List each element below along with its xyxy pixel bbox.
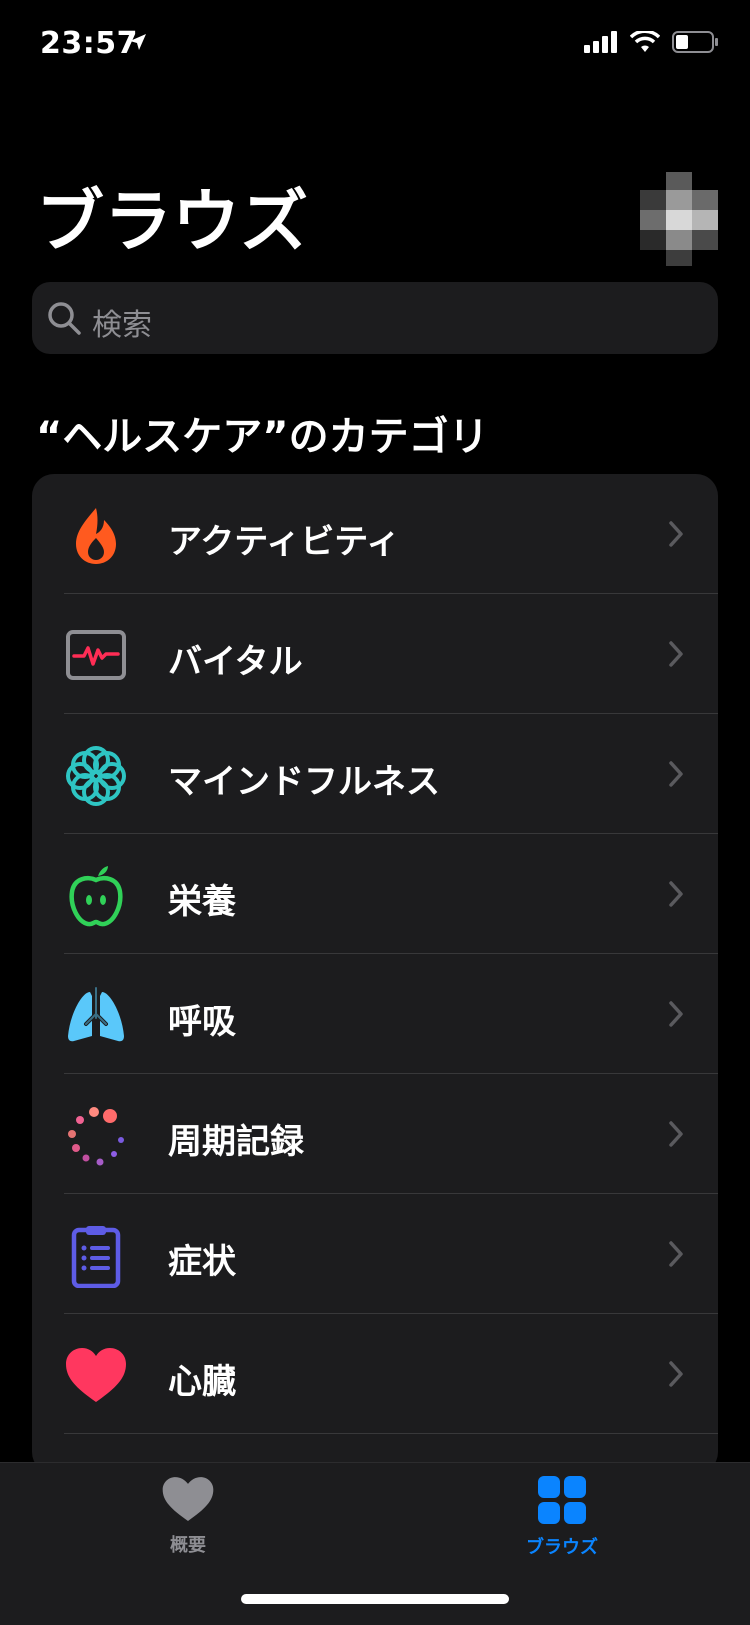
section-title: “ヘルスケア”のカテゴリ [36, 414, 489, 460]
chevron-right-icon [668, 640, 684, 672]
chevron-right-icon [668, 1000, 684, 1032]
grid-icon [537, 1476, 587, 1529]
chevron-right-icon [668, 1120, 684, 1152]
chevron-right-icon [668, 760, 684, 792]
chevron-right-icon [668, 520, 684, 552]
heart-icon [64, 1344, 128, 1408]
category-label: バイタル [168, 642, 303, 682]
category-row-respiratory[interactable]: 呼吸 [32, 954, 718, 1074]
avatar[interactable] [640, 172, 718, 266]
tab-browse-label: ブラウズ [526, 1537, 598, 1558]
apple-icon [64, 864, 128, 928]
category-row-activity[interactable]: アクティビティ [32, 474, 718, 594]
cycle-dots-icon [64, 1104, 128, 1168]
category-row-vitals[interactable]: バイタル [32, 594, 718, 714]
heart-icon [161, 1477, 215, 1527]
tab-browse[interactable]: ブラウズ [462, 1475, 662, 1559]
battery-icon [672, 30, 720, 58]
page-title: ブラウズ [36, 183, 309, 262]
category-list: アクティビティ バイタル マインドフルネス 栄養 呼吸 周期記録 症状 心臓 [32, 474, 718, 1474]
row-separator [64, 1433, 718, 1434]
vitals-monitor-icon [64, 624, 128, 688]
category-label: 心臓 [168, 1362, 236, 1402]
category-label: 症状 [168, 1242, 236, 1282]
category-label: マインドフルネス [168, 762, 440, 802]
category-row-nutrition[interactable]: 栄養 [32, 834, 718, 954]
lungs-icon [64, 984, 128, 1048]
home-indicator[interactable] [241, 1594, 509, 1604]
cellular-signal-icon [584, 31, 618, 57]
mindfulness-flower-icon [64, 744, 128, 808]
category-label: アクティビティ [168, 522, 401, 562]
location-arrow-icon [128, 32, 148, 56]
tab-summary-label: 概要 [170, 1535, 206, 1556]
category-label: 栄養 [168, 882, 236, 922]
category-row-heart[interactable]: 心臓 [32, 1314, 718, 1434]
status-time: 23:57 [40, 26, 138, 61]
wifi-icon [629, 29, 661, 57]
category-row-cycle-tracking[interactable]: 周期記録 [32, 1074, 718, 1194]
tab-summary[interactable]: 概要 [88, 1475, 288, 1557]
category-label: 呼吸 [168, 1002, 236, 1042]
status-bar: 23:57 [0, 0, 750, 90]
search-icon [46, 300, 82, 340]
category-row-symptoms[interactable]: 症状 [32, 1194, 718, 1314]
chevron-right-icon [668, 1360, 684, 1392]
category-row-mindfulness[interactable]: マインドフルネス [32, 714, 718, 834]
search-field[interactable]: 検索 [32, 282, 718, 354]
search-placeholder: 検索 [92, 308, 152, 343]
chevron-right-icon [668, 880, 684, 912]
category-label: 周期記録 [168, 1122, 304, 1162]
chevron-right-icon [668, 1240, 684, 1272]
flame-icon [64, 504, 128, 568]
clipboard-icon [64, 1224, 128, 1289]
